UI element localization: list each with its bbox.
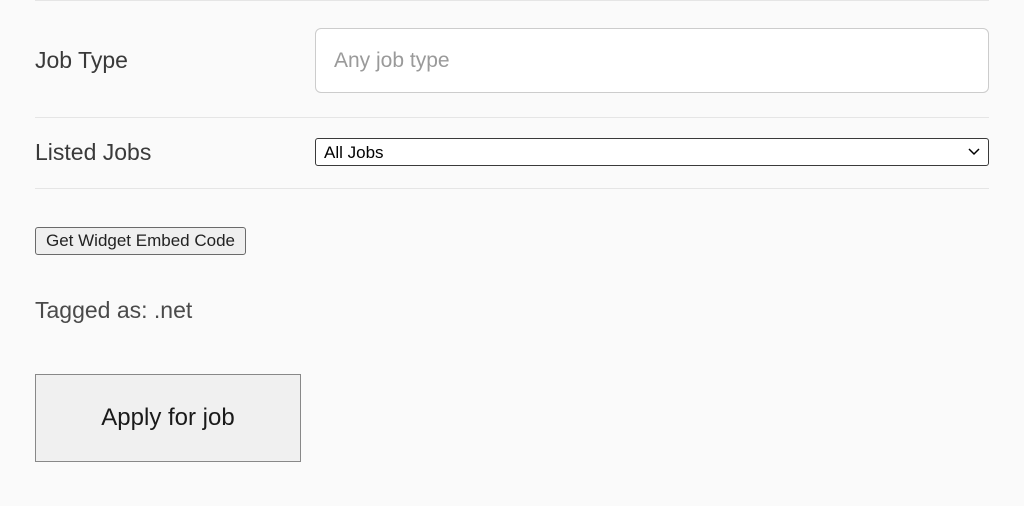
actions-section: Get Widget Embed Code Tagged as: .net Ap… bbox=[35, 189, 989, 462]
job-type-row: Job Type bbox=[35, 4, 989, 117]
divider bbox=[35, 0, 989, 1]
tagged-as-text: Tagged as: .net bbox=[35, 297, 989, 324]
job-type-label: Job Type bbox=[35, 47, 315, 74]
listed-jobs-field-wrap: All Jobs bbox=[315, 138, 989, 166]
listed-jobs-select[interactable]: All Jobs bbox=[315, 138, 989, 166]
job-type-field-wrap bbox=[315, 28, 989, 93]
listed-jobs-row: Listed Jobs All Jobs bbox=[35, 118, 989, 188]
listed-jobs-label: Listed Jobs bbox=[35, 139, 315, 166]
tagged-as-value: .net bbox=[154, 297, 192, 323]
tagged-as-label: Tagged as: bbox=[35, 297, 154, 323]
apply-for-job-button[interactable]: Apply for job bbox=[35, 374, 301, 462]
get-widget-embed-button[interactable]: Get Widget Embed Code bbox=[35, 227, 246, 255]
job-type-input[interactable] bbox=[315, 28, 989, 93]
